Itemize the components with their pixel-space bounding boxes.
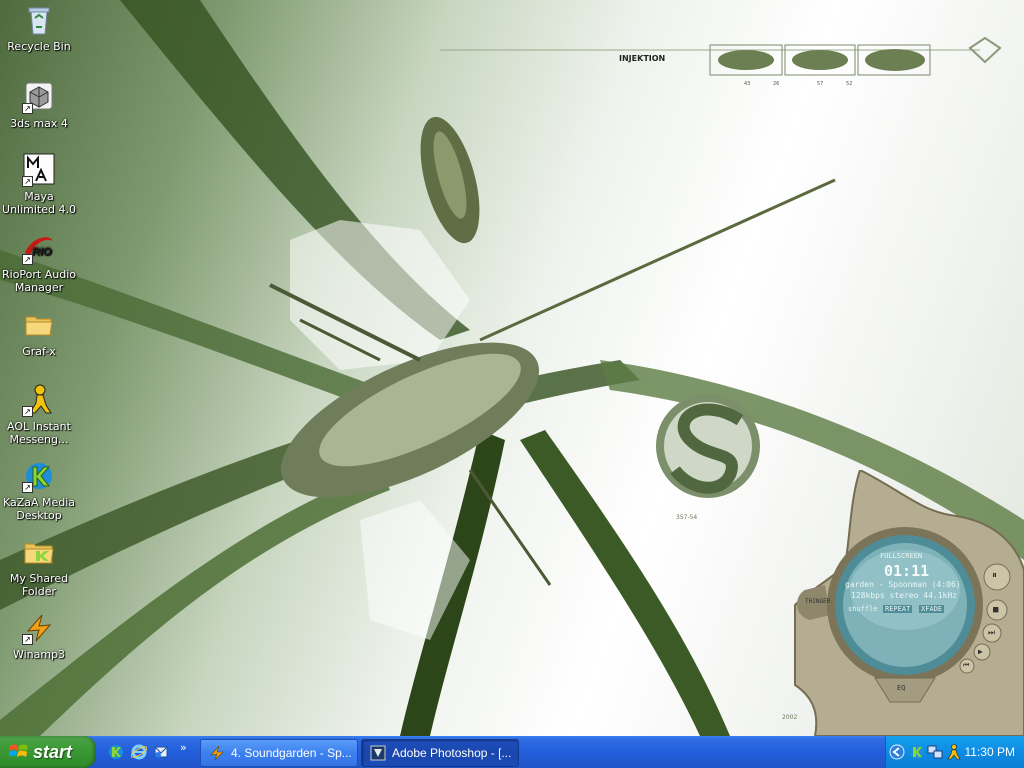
collapse-arrow-icon[interactable] [889, 744, 905, 760]
thumb-label: 52 [846, 81, 852, 87]
crossfade-button[interactable]: XFADE [919, 605, 945, 613]
rioport-icon: RIO ↗ [22, 231, 56, 265]
desktop-icon-3ds-max[interactable]: ↗ 3ds max 4 [1, 80, 77, 130]
play-icon[interactable]: ▶ [978, 647, 983, 656]
taskbar-button-winamp[interactable]: 4. Soundgarden - Sp... [200, 739, 358, 767]
task-label: 4. Soundgarden - Sp... [231, 746, 352, 760]
kazaa-icon[interactable] [909, 744, 925, 760]
stop-icon[interactable]: ■ [993, 605, 998, 615]
time-display: 01:11 [884, 562, 930, 580]
outlook-icon[interactable] [153, 744, 169, 760]
system-tray: 11:30 PM [885, 736, 1024, 768]
desktop-icon-label: RioPort Audio Manager [2, 268, 76, 294]
clock[interactable]: 11:30 PM [965, 745, 1015, 759]
maya-icon: ↗ [22, 153, 56, 187]
desktop-icon-graf-x[interactable]: Graf-x [1, 308, 77, 358]
folder-icon [22, 308, 56, 342]
shortcut-arrow-icon: ↗ [22, 103, 33, 114]
desktop-icon-label: Recycle Bin [7, 40, 71, 53]
windows-logo-icon [9, 744, 28, 757]
desktop-icon-maya[interactable]: ↗ Maya Unlimited 4.0 [1, 153, 77, 216]
taskbar: start » 4. Soundgarden - Sp... Adobe Pho… [0, 736, 1024, 768]
winamp-player[interactable]: FULLSCREEN 01:11 garden - Spoonman (4:06… [790, 468, 1024, 736]
thumb-label: 43 [744, 81, 750, 87]
desktop-icon-label: Maya Unlimited 4.0 [2, 190, 76, 216]
desktop[interactable]: INJEKTION 43 26 57 52 357-54 2002 Recycl… [0, 0, 1024, 736]
shortcut-arrow-icon: ↗ [22, 406, 33, 417]
desktop-icon-label: Winamp3 [12, 648, 66, 661]
3ds-max-icon: ↗ [22, 80, 56, 114]
repeat-button[interactable]: REPEAT [883, 605, 913, 613]
pause-icon[interactable]: ⏸ [992, 570, 997, 581]
desktop-icon-recycle-bin[interactable]: Recycle Bin [1, 3, 77, 53]
desktop-icon-my-shared-folder[interactable]: My Shared Folder [1, 535, 77, 598]
desktop-icon-label: My Shared Folder [9, 572, 69, 598]
desktop-icon-label: Graf-x [22, 345, 56, 358]
photoshop-icon [370, 745, 386, 761]
taskbar-button-photoshop[interactable]: Adobe Photoshop - [... [361, 739, 519, 767]
desktop-icon-rioport[interactable]: RIO ↗ RioPort Audio Manager [1, 231, 77, 294]
kazaa-icon: ↗ [22, 459, 56, 493]
desktop-icon-kazaa[interactable]: ↗ KaZaA Media Desktop [1, 459, 77, 522]
desktop-icon-winamp3[interactable]: ↗ Winamp3 [1, 611, 77, 661]
kazaa-icon[interactable] [108, 744, 124, 760]
desktop-icon-label: KaZaA Media Desktop [2, 496, 76, 522]
shortcut-arrow-icon: ↗ [22, 254, 33, 265]
start-label: start [33, 742, 73, 762]
desktop-icon-label: AOL Instant Messeng... [7, 420, 71, 446]
shortcut-arrow-icon: ↗ [22, 176, 33, 187]
thinger-button[interactable]: THINGER [805, 598, 830, 605]
svg-text:RIO: RIO [32, 246, 52, 258]
network-icon[interactable] [927, 744, 943, 760]
fullscreen-button[interactable]: FULLSCREEN [880, 552, 922, 560]
shortcut-arrow-icon: ↗ [22, 482, 33, 493]
shuffle-button[interactable]: shuffle [848, 605, 878, 613]
start-button[interactable]: start [0, 736, 96, 768]
next-icon[interactable]: ⏭ [988, 628, 995, 638]
winamp-icon: ↗ [22, 611, 56, 645]
aim-icon: ↗ [22, 383, 56, 417]
quicklaunch-chevron[interactable]: » [180, 741, 187, 754]
stream-info: 128kbps stereo 44.1kHz [851, 591, 957, 600]
thumb-label: 57 [817, 81, 823, 87]
previous-icon[interactable]: ⏮ [963, 661, 969, 670]
desktop-icon-aim[interactable]: ↗ AOL Instant Messeng... [1, 383, 77, 446]
recycle-bin-icon [22, 3, 56, 37]
shared-folder-icon [22, 535, 56, 569]
wallpaper-caption: 357-54 [676, 514, 697, 521]
aim-icon[interactable] [945, 744, 961, 760]
shortcut-arrow-icon: ↗ [22, 634, 33, 645]
track-title: garden - Spoonman (4:06) [845, 580, 961, 589]
winamp-icon [210, 745, 224, 761]
thumb-label: 26 [773, 81, 779, 87]
wallpaper-brand: INJEKTION [619, 54, 665, 63]
task-label: Adobe Photoshop - [... [392, 746, 512, 760]
desktop-icon-label: 3ds max 4 [10, 117, 68, 130]
eq-button[interactable]: EQ [897, 684, 905, 692]
ie-icon[interactable] [131, 744, 147, 760]
